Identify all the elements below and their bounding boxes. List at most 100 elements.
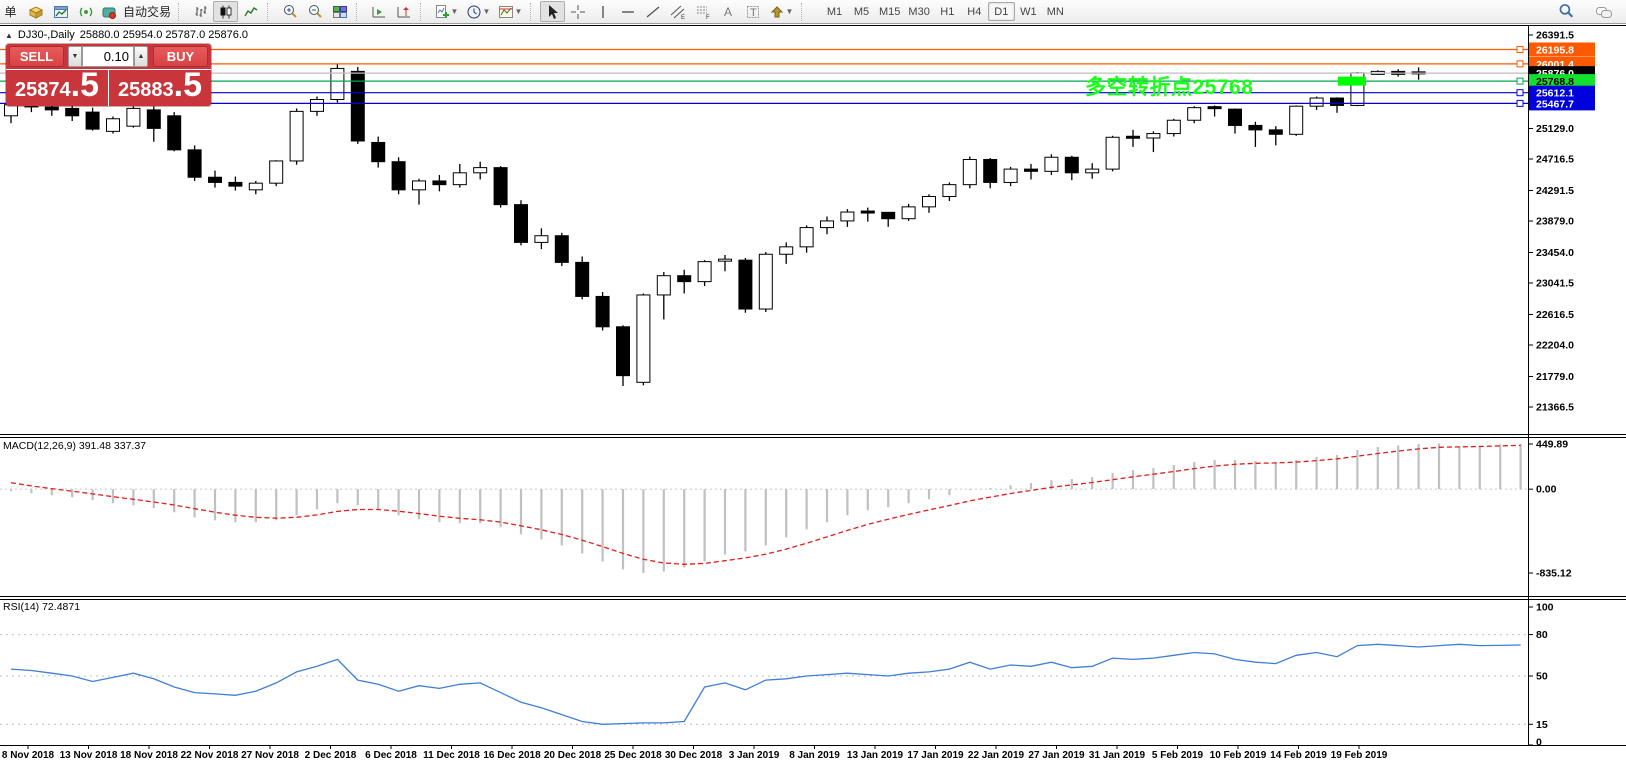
buy-button[interactable]: BUY — [153, 46, 208, 67]
timeframe-button-m15[interactable]: M15 — [875, 2, 904, 21]
date-axis-label[interactable]: 11 Dec 2018 — [423, 750, 480, 761]
auto-scroll-icon[interactable] — [366, 1, 391, 22]
new-order-button[interactable]: 单 — [0, 1, 23, 22]
zoom-in-icon[interactable] — [277, 1, 302, 22]
line-handle[interactable] — [1517, 100, 1523, 106]
line-chart-icon[interactable] — [238, 1, 263, 22]
macd-histogram-bar — [296, 489, 298, 515]
date-axis-label[interactable]: 3 Jan 2019 — [729, 750, 780, 761]
date-axis-label[interactable]: 5 Feb 2019 — [1152, 750, 1204, 761]
zoom-out-icon[interactable] — [302, 1, 327, 22]
cursor-tool[interactable] — [540, 1, 565, 22]
timeframe-button-m5[interactable]: M5 — [848, 2, 875, 21]
volume-input[interactable]: 0.10 — [82, 46, 134, 67]
candle-body — [1025, 169, 1038, 171]
toolbar-separator — [267, 3, 274, 21]
candlestick-chart-icon[interactable] — [213, 1, 238, 22]
timeframe-button-mn[interactable]: MN — [1042, 2, 1069, 21]
rsi-axis-label: 50 — [1536, 671, 1548, 683]
macd-histogram-bar — [1479, 445, 1481, 489]
crosshair-tool[interactable] — [565, 1, 590, 22]
candle-body — [657, 276, 670, 295]
date-axis-label[interactable]: 8 Nov 2018 — [2, 750, 55, 761]
bar-chart-icon[interactable] — [188, 1, 213, 22]
search-icon[interactable] — [1554, 1, 1579, 22]
date-axis-label[interactable]: 10 Feb 2019 — [1210, 750, 1267, 761]
date-axis-label[interactable]: 31 Jan 2019 — [1089, 750, 1146, 761]
macd-histogram-bar — [867, 489, 869, 510]
timeframe-button-h1[interactable]: H1 — [934, 2, 961, 21]
date-axis-label[interactable]: 18 Nov 2018 — [120, 750, 178, 761]
chart-shift-icon[interactable] — [391, 1, 416, 22]
date-axis-label[interactable]: 16 Dec 2018 — [483, 750, 541, 761]
date-axis-label[interactable]: 2 Dec 2018 — [305, 750, 357, 761]
sell-button[interactable]: SELL — [9, 46, 64, 67]
date-axis-label[interactable]: 20 Dec 2018 — [544, 750, 602, 761]
macd-histogram-bar — [173, 489, 175, 512]
volume-increase-button[interactable]: ▲ — [134, 46, 148, 67]
date-axis-label[interactable]: 14 Feb 2019 — [1270, 750, 1327, 761]
chart-window-icon[interactable] — [48, 1, 73, 22]
date-axis-label[interactable]: 13 Nov 2018 — [60, 750, 118, 761]
horizontal-line-tool[interactable] — [615, 1, 640, 22]
date-axis-label[interactable]: 6 Dec 2018 — [365, 750, 417, 761]
channel-tool[interactable]: E — [665, 1, 690, 22]
macd-histogram-bar — [1438, 443, 1440, 489]
line-handle[interactable] — [1517, 90, 1523, 96]
date-axis-label[interactable]: 27 Nov 2018 — [241, 750, 299, 761]
toolbar-separator — [530, 3, 537, 21]
trendline-tool[interactable] — [640, 1, 665, 22]
timeframe-button-w1[interactable]: W1 — [1015, 2, 1042, 21]
timeframe-button-m30[interactable]: M30 — [904, 2, 933, 21]
sell-price[interactable]: 25874 .5 — [6, 70, 108, 106]
arrows-tool[interactable]: ▼ — [765, 1, 797, 22]
macd-histogram-bar — [1254, 461, 1256, 489]
date-axis-label[interactable]: 25 Dec 2018 — [604, 750, 662, 761]
period-button[interactable]: ▼ — [462, 1, 494, 22]
chart-canvas[interactable]: 26391.525129.024716.524291.523879.023454… — [0, 0, 1626, 771]
add-indicator-button[interactable]: ▼ — [430, 1, 462, 22]
date-axis-label[interactable]: 13 Jan 2019 — [847, 750, 904, 761]
auto-trading-icon[interactable] — [98, 1, 120, 22]
line-handle[interactable] — [1517, 46, 1523, 52]
text-tool[interactable]: A — [715, 1, 740, 22]
macd-histogram-bar — [1520, 444, 1522, 489]
macd-histogram-bar — [1295, 460, 1297, 489]
timeframe-button-h4[interactable]: H4 — [961, 2, 988, 21]
date-axis-label[interactable]: 17 Jan 2019 — [907, 750, 964, 761]
price-level-label: 26195.8 — [1536, 44, 1574, 56]
signal-icon[interactable] — [73, 1, 98, 22]
chat-icon[interactable] — [1591, 1, 1616, 22]
buy-price[interactable]: 25883 .5 — [109, 70, 211, 106]
pivot-annotation-text[interactable]: 多空转折点25768 — [1085, 71, 1253, 101]
date-axis-label[interactable]: 30 Dec 2018 — [665, 750, 723, 761]
price-axis-label: 21779.0 — [1536, 371, 1574, 383]
macd-histogram-bar — [540, 489, 542, 539]
date-axis-label[interactable]: 8 Jan 2019 — [789, 750, 840, 761]
candle-body — [1290, 106, 1303, 134]
candle-body — [1310, 98, 1323, 106]
highlighted-line-segment[interactable] — [1338, 77, 1366, 86]
collapse-panel-icon[interactable]: ▲ — [5, 31, 13, 40]
market-watch-icon[interactable] — [23, 1, 48, 22]
auto-trading-label[interactable]: 自动交易 — [120, 3, 174, 20]
tile-windows-icon[interactable] — [327, 1, 352, 22]
timeframe-button-d1[interactable]: D1 — [988, 2, 1015, 21]
text-label-tool[interactable]: T — [740, 1, 765, 22]
macd-histogram-bar — [438, 489, 440, 522]
candle-body — [413, 181, 426, 190]
line-handle[interactable] — [1517, 61, 1523, 67]
date-axis-label[interactable]: 27 Jan 2019 — [1028, 750, 1085, 761]
template-button[interactable]: ▼ — [494, 1, 526, 22]
price-axis-label: 24716.5 — [1536, 154, 1574, 166]
date-axis-label[interactable]: 22 Nov 2018 — [181, 750, 239, 761]
volume-decrease-button[interactable]: ▼ — [68, 46, 82, 67]
candle-body — [147, 110, 160, 129]
date-axis-label[interactable]: 22 Jan 2019 — [968, 750, 1025, 761]
vertical-line-tool[interactable] — [590, 1, 615, 22]
line-handle[interactable] — [1517, 78, 1523, 84]
date-axis-label[interactable]: 19 Feb 2019 — [1331, 750, 1388, 761]
fibonacci-tool[interactable]: F — [690, 1, 715, 22]
svg-text:A: A — [724, 5, 732, 19]
timeframe-button-m1[interactable]: M1 — [821, 2, 848, 21]
